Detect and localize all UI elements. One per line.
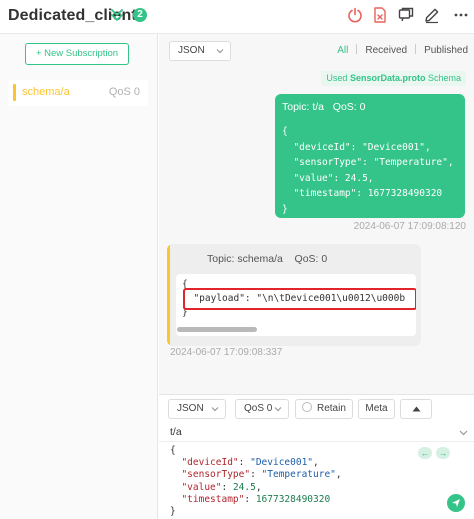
published-message: Topic: t/a QoS: 0 { "deviceId": "Device0… <box>275 94 465 218</box>
schema-note: Used SensorData.proto Schema <box>321 71 466 86</box>
chevron-down-icon <box>211 407 219 412</box>
message-topic: Topic: t/a <box>282 101 325 113</box>
highlight-box <box>183 288 416 310</box>
payload-value: "Temperature" <box>261 469 336 481</box>
history-nav: ← → <box>418 447 454 459</box>
subscriptions-panel: + New Subscription schema/a QoS 0 <box>0 34 158 519</box>
payload-line: { <box>170 445 176 456</box>
payload-value: "Device001" <box>250 457 314 469</box>
chevron-down-icon <box>216 49 224 54</box>
subscription-qos: QoS 0 <box>108 86 140 98</box>
retain-label: Retain <box>317 403 346 414</box>
payload-line: "value": 24.5, <box>181 481 262 493</box>
arrow-left-icon[interactable]: ← <box>418 447 432 459</box>
payload-key: "value" <box>181 481 222 493</box>
connection-header: Dedicated_client 2 <box>0 0 474 34</box>
message-qos: QoS: 0 <box>332 101 366 113</box>
payload-key: "timestamp" <box>181 493 245 505</box>
messages-area: JSON All Received Published Used SensorDat… <box>159 34 474 394</box>
payload-value: 24.5 <box>232 481 256 493</box>
publish-qos-select[interactable]: QoS 0 <box>235 399 289 419</box>
message-format-select[interactable]: JSON <box>169 41 231 61</box>
delete-file-icon[interactable] <box>371 6 389 24</box>
schema-note-suffix: Schema <box>427 73 461 83</box>
tab-received[interactable]: Received <box>365 45 407 56</box>
chevron-down-icon <box>459 430 468 436</box>
message-payload: { "deviceId": "Device001", "sensorType":… <box>282 126 454 215</box>
schema-note-prefix: Used <box>326 73 348 83</box>
publish-format-value: JSON <box>177 403 204 414</box>
message-color-marker <box>167 244 170 346</box>
chevron-double-down-icon[interactable] <box>109 7 125 23</box>
publish-topic-input[interactable]: t/a <box>159 423 474 442</box>
retain-radio <box>302 402 312 412</box>
connection-count-badge: 2 <box>133 8 147 22</box>
publish-qos-value: QoS 0 <box>244 403 273 414</box>
payload-line: } <box>170 506 176 518</box>
payload-key: "deviceId" <box>181 457 239 469</box>
payload-line: "sensorType": "Temperature", <box>181 469 342 481</box>
chevron-down-icon <box>274 407 282 412</box>
new-window-icon[interactable] <box>397 6 415 24</box>
message-meta: Topic: schema/a QoS: 0 <box>207 253 327 265</box>
message-time: 2024-06-07 17:09:08:120 <box>353 221 466 232</box>
payload-value: 1677328490320 <box>255 493 331 505</box>
received-message: Topic: schema/a QoS: 0 { "payload": "\n\… <box>167 244 421 346</box>
schema-name: SensorData.proto <box>349 73 426 83</box>
message-qos: QoS: 0 <box>294 253 328 265</box>
message-format-value: JSON <box>178 45 205 56</box>
more-icon[interactable] <box>452 6 470 24</box>
arrow-right-icon[interactable]: → <box>436 447 450 459</box>
tab-published[interactable]: Published <box>424 45 468 56</box>
meta-button[interactable]: Meta <box>358 399 395 419</box>
publish-topic-value: t/a <box>170 426 182 438</box>
new-subscription-button[interactable]: + New Subscription <box>25 43 129 65</box>
send-button[interactable] <box>447 494 465 512</box>
tab-divider <box>356 44 358 54</box>
caret-up-icon <box>412 406 421 412</box>
publish-format-select[interactable]: JSON <box>168 399 226 419</box>
send-icon <box>452 499 460 507</box>
retain-toggle[interactable]: Retain <box>295 399 353 419</box>
subscription-topic: schema/a <box>22 86 70 98</box>
message-time: 2024-06-07 17:09:08:337 <box>170 347 283 358</box>
payload-line: "timestamp": 1677328490320 <box>181 493 331 505</box>
message-meta: Topic: t/a QoS: 0 <box>282 101 365 113</box>
payload-code: { "deviceId": "Device001", "sensorType":… <box>170 445 342 518</box>
horizontal-scrollbar[interactable] <box>177 327 257 332</box>
tab-divider <box>415 44 417 54</box>
subscription-item[interactable]: schema/a QoS 0 <box>8 80 148 106</box>
message-filter-tabs: All Received Published <box>337 44 468 56</box>
subscription-color-marker <box>13 84 16 101</box>
collapse-button[interactable] <box>400 399 432 419</box>
message-topic: Topic: schema/a <box>207 253 283 265</box>
edit-icon[interactable] <box>423 6 441 24</box>
tab-all[interactable]: All <box>337 45 348 56</box>
power-icon[interactable] <box>346 6 364 24</box>
payload-line: "deviceId": "Device001", <box>181 457 319 469</box>
publish-panel: JSON QoS 0 Retain Meta t/a { "deviceId":… <box>159 394 474 519</box>
payload-key: "sensorType" <box>181 469 251 481</box>
